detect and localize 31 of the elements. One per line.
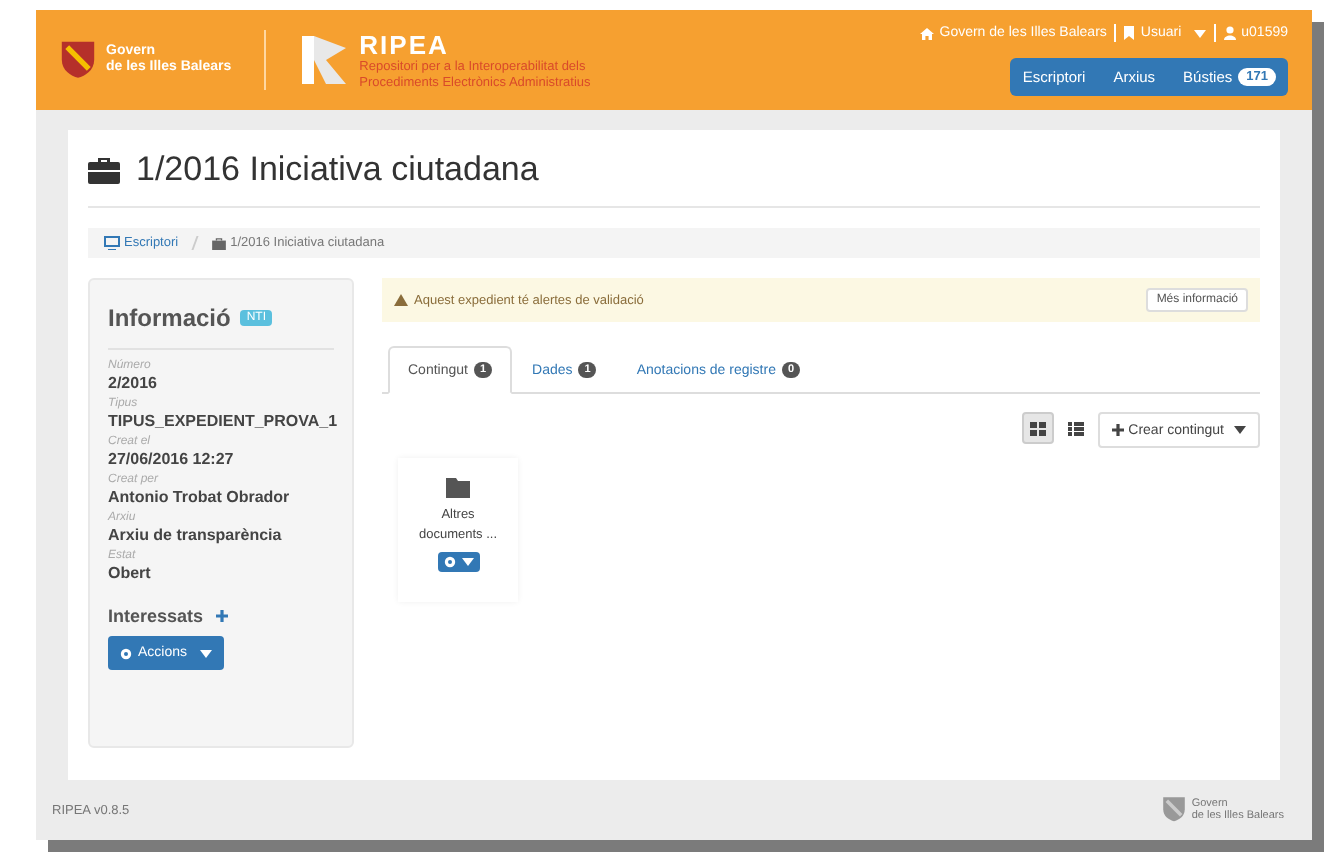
folder-actions-button[interactable] <box>437 551 479 571</box>
panel-title: Informació <box>108 304 231 332</box>
field-value: 2/2016 <box>108 374 159 392</box>
app-name: RIPEA <box>359 29 451 60</box>
crest-icon <box>1161 796 1186 824</box>
view-toggle-button[interactable] <box>1022 412 1055 444</box>
field-value: Obert <box>108 564 153 582</box>
caret-icon <box>1234 426 1246 434</box>
briefcase-icon <box>212 237 227 249</box>
user-icon <box>1223 26 1236 40</box>
crest-icon <box>60 40 96 80</box>
briefcase-icon <box>88 156 120 184</box>
plus-icon[interactable] <box>215 610 228 622</box>
list-icon <box>1068 421 1085 435</box>
plus-icon <box>1112 424 1125 436</box>
app-logo-icon <box>297 32 350 88</box>
caret-icon <box>461 557 473 565</box>
field-value: 27/06/2016 12:27 <box>108 450 236 468</box>
warning-icon <box>394 294 408 306</box>
field-value: Antonio Trobat Obrador <box>108 488 292 506</box>
caret-icon <box>1193 29 1206 37</box>
monitor-icon <box>104 236 120 250</box>
bookmark-icon <box>1124 26 1135 40</box>
caret-icon <box>199 649 212 657</box>
grid-icon <box>1030 421 1047 435</box>
home-icon <box>919 27 934 39</box>
folder-icon <box>446 478 470 498</box>
page-title: 1/2016 Iniciativa ciutadana <box>136 150 539 190</box>
field-value: TIPUS_EXPEDIENT_PROVA_1 <box>108 412 334 430</box>
section-title: Interessats <box>108 606 204 626</box>
field-value: Arxiu de transparència <box>108 526 284 544</box>
